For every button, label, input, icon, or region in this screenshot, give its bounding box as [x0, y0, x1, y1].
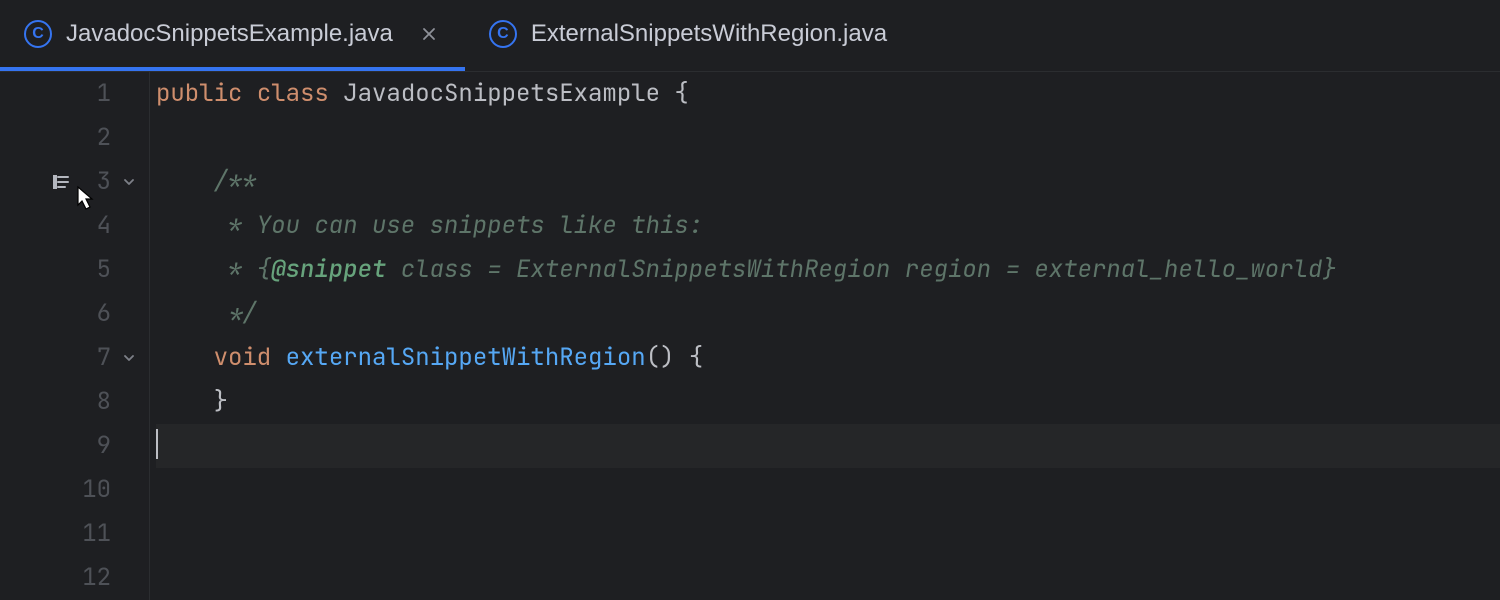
caret	[156, 429, 158, 459]
chevron-down-icon[interactable]	[121, 174, 137, 190]
code-line: }	[156, 380, 1500, 424]
line-number[interactable]: 11	[81, 512, 111, 556]
line-number[interactable]: 9	[81, 424, 111, 468]
tab-javadoc-snippets-example[interactable]: C JavadocSnippetsExample.java	[0, 0, 465, 71]
code-line	[156, 556, 1500, 600]
code-area[interactable]: public class JavadocSnippetsExample { /*…	[150, 72, 1500, 600]
tab-bar: C JavadocSnippetsExample.java C External…	[0, 0, 1500, 72]
tab-label: ExternalSnippetsWithRegion.java	[531, 20, 887, 48]
line-number[interactable]: 5	[81, 248, 111, 292]
line-number[interactable]: 7	[81, 336, 111, 380]
class-icon: C	[24, 20, 52, 48]
line-number[interactable]: 12	[81, 556, 111, 600]
tab-label: JavadocSnippetsExample.java	[66, 20, 393, 48]
code-line: void externalSnippetWithRegion() {	[156, 336, 1500, 380]
gutter: 1 2 3 4 5 6 7 8 9 10 11 12	[0, 72, 150, 600]
code-line	[156, 512, 1500, 556]
line-number[interactable]: 2	[81, 116, 111, 160]
line-number[interactable]: 10	[81, 468, 111, 512]
code-line-current	[156, 424, 1500, 468]
code-line: /**	[156, 160, 1500, 204]
close-icon[interactable]	[417, 22, 441, 46]
code-line: * You can use snippets like this:	[156, 204, 1500, 248]
code-line	[156, 468, 1500, 512]
code-editor: 1 2 3 4 5 6 7 8 9 10 11 12 public class …	[0, 72, 1500, 600]
line-number[interactable]: 1	[81, 72, 111, 116]
code-line: */	[156, 292, 1500, 336]
line-number[interactable]: 3	[81, 160, 111, 204]
toggle-rendered-view-icon[interactable]	[51, 172, 71, 192]
line-number[interactable]: 8	[81, 380, 111, 424]
chevron-down-icon[interactable]	[121, 350, 137, 366]
tab-external-snippets-with-region[interactable]: C ExternalSnippetsWithRegion.java	[465, 0, 911, 71]
code-line: public class JavadocSnippetsExample {	[156, 72, 1500, 116]
line-number[interactable]: 4	[81, 204, 111, 248]
class-icon: C	[489, 20, 517, 48]
code-line: * {@snippet class = ExternalSnippetsWith…	[156, 248, 1500, 292]
line-number[interactable]: 6	[81, 292, 111, 336]
code-line	[156, 116, 1500, 160]
